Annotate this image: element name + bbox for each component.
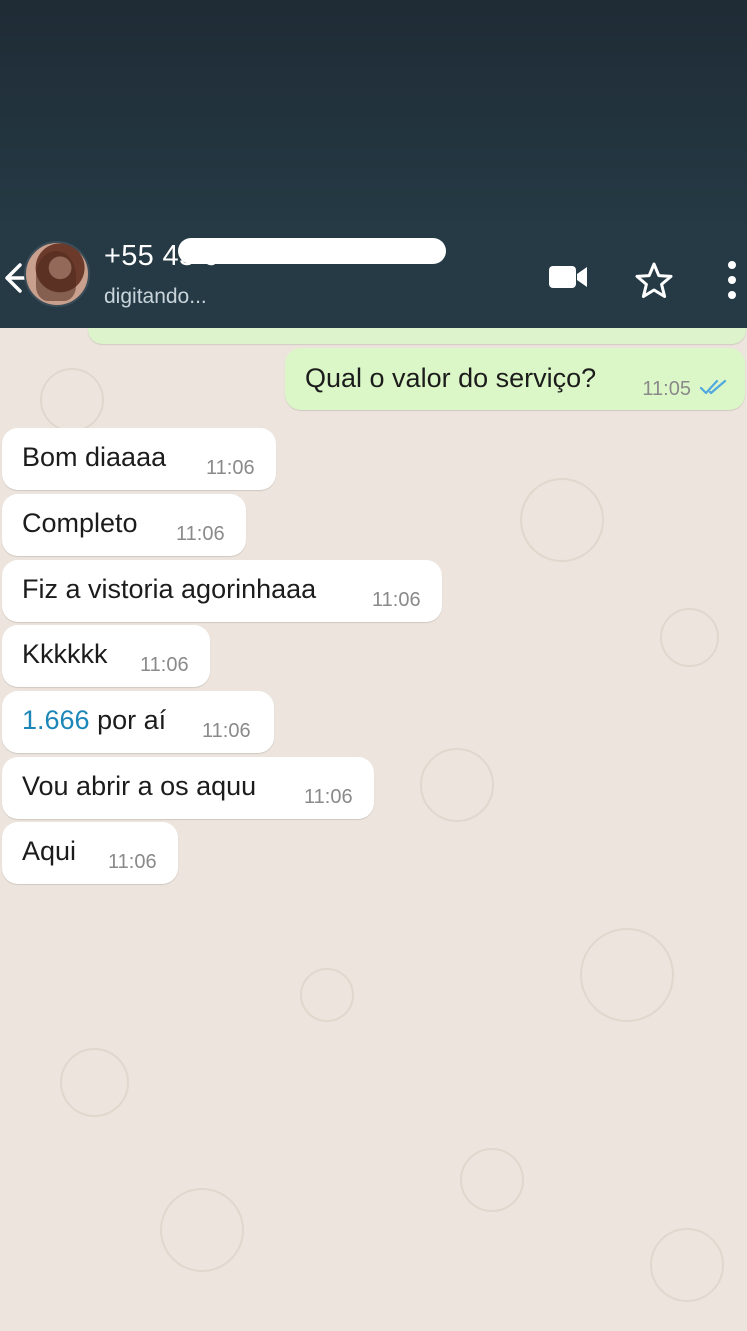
wallpaper-doodle (580, 928, 674, 1022)
incoming-message[interactable]: Aqui 11:06 (2, 822, 178, 884)
star-icon[interactable] (634, 261, 674, 301)
message-text: Bom diaaaa (22, 442, 167, 472)
contact-status: digitando... (104, 285, 207, 308)
more-vertical-icon[interactable] (722, 258, 742, 302)
status-bar-area (0, 0, 747, 230)
wallpaper-doodle (420, 748, 494, 822)
message-time: 11:06 (108, 851, 157, 873)
outgoing-message[interactable]: Qual o valor do serviço? 11:05 (285, 348, 745, 410)
wallpaper-doodle (460, 1148, 524, 1212)
message-text: Qual o valor do serviço? (305, 363, 597, 393)
incoming-message[interactable]: Bom diaaaa 11:06 (2, 428, 276, 490)
avatar-photo (36, 251, 76, 301)
redaction-mark (178, 238, 446, 264)
wallpaper-doodle (520, 478, 604, 562)
wallpaper-doodle (650, 1228, 724, 1302)
read-receipt-icon (699, 379, 727, 395)
message-text: Vou abrir a os aquu (22, 771, 257, 801)
incoming-message[interactable]: Kkkkkk 11:06 (2, 625, 210, 687)
message-time: 11:05 (642, 378, 691, 400)
video-call-icon[interactable] (548, 263, 588, 291)
message-time: 11:06 (304, 786, 353, 808)
wallpaper-doodle (160, 1188, 244, 1272)
wallpaper-doodle (660, 608, 719, 667)
message-time: 11:06 (372, 589, 421, 611)
phone-number-link[interactable]: 1.666 (22, 705, 90, 735)
message-text: Aqui (22, 836, 77, 866)
message-text: 1.666 por aí (22, 705, 166, 736)
message-text: Completo (22, 508, 138, 538)
incoming-message[interactable]: Completo 11:06 (2, 494, 246, 556)
message-time: 11:06 (206, 457, 255, 479)
contact-avatar[interactable] (24, 241, 90, 307)
wallpaper-doodle (40, 368, 104, 432)
message-text-rest: por aí (89, 705, 167, 735)
message-text: Fiz a vistoria agorinhaaa (22, 574, 317, 604)
message-time: 11:06 (176, 523, 225, 545)
message-time: 11:06 (140, 654, 189, 676)
incoming-message[interactable]: Fiz a vistoria agorinhaaa 11:06 (2, 560, 442, 622)
message-text: Kkkkkk (22, 639, 108, 669)
incoming-message[interactable]: Vou abrir a os aquu 11:06 (2, 757, 374, 819)
previous-message-bubble[interactable] (88, 328, 746, 344)
wallpaper-doodle (60, 1048, 129, 1117)
chat-messages-area[interactable]: Qual o valor do serviço? 11:05 Bom diaaa… (0, 328, 747, 1331)
message-time: 11:06 (202, 720, 251, 742)
incoming-message[interactable]: 1.666 por aí 11:06 (2, 691, 274, 753)
wallpaper-doodle (300, 968, 354, 1022)
